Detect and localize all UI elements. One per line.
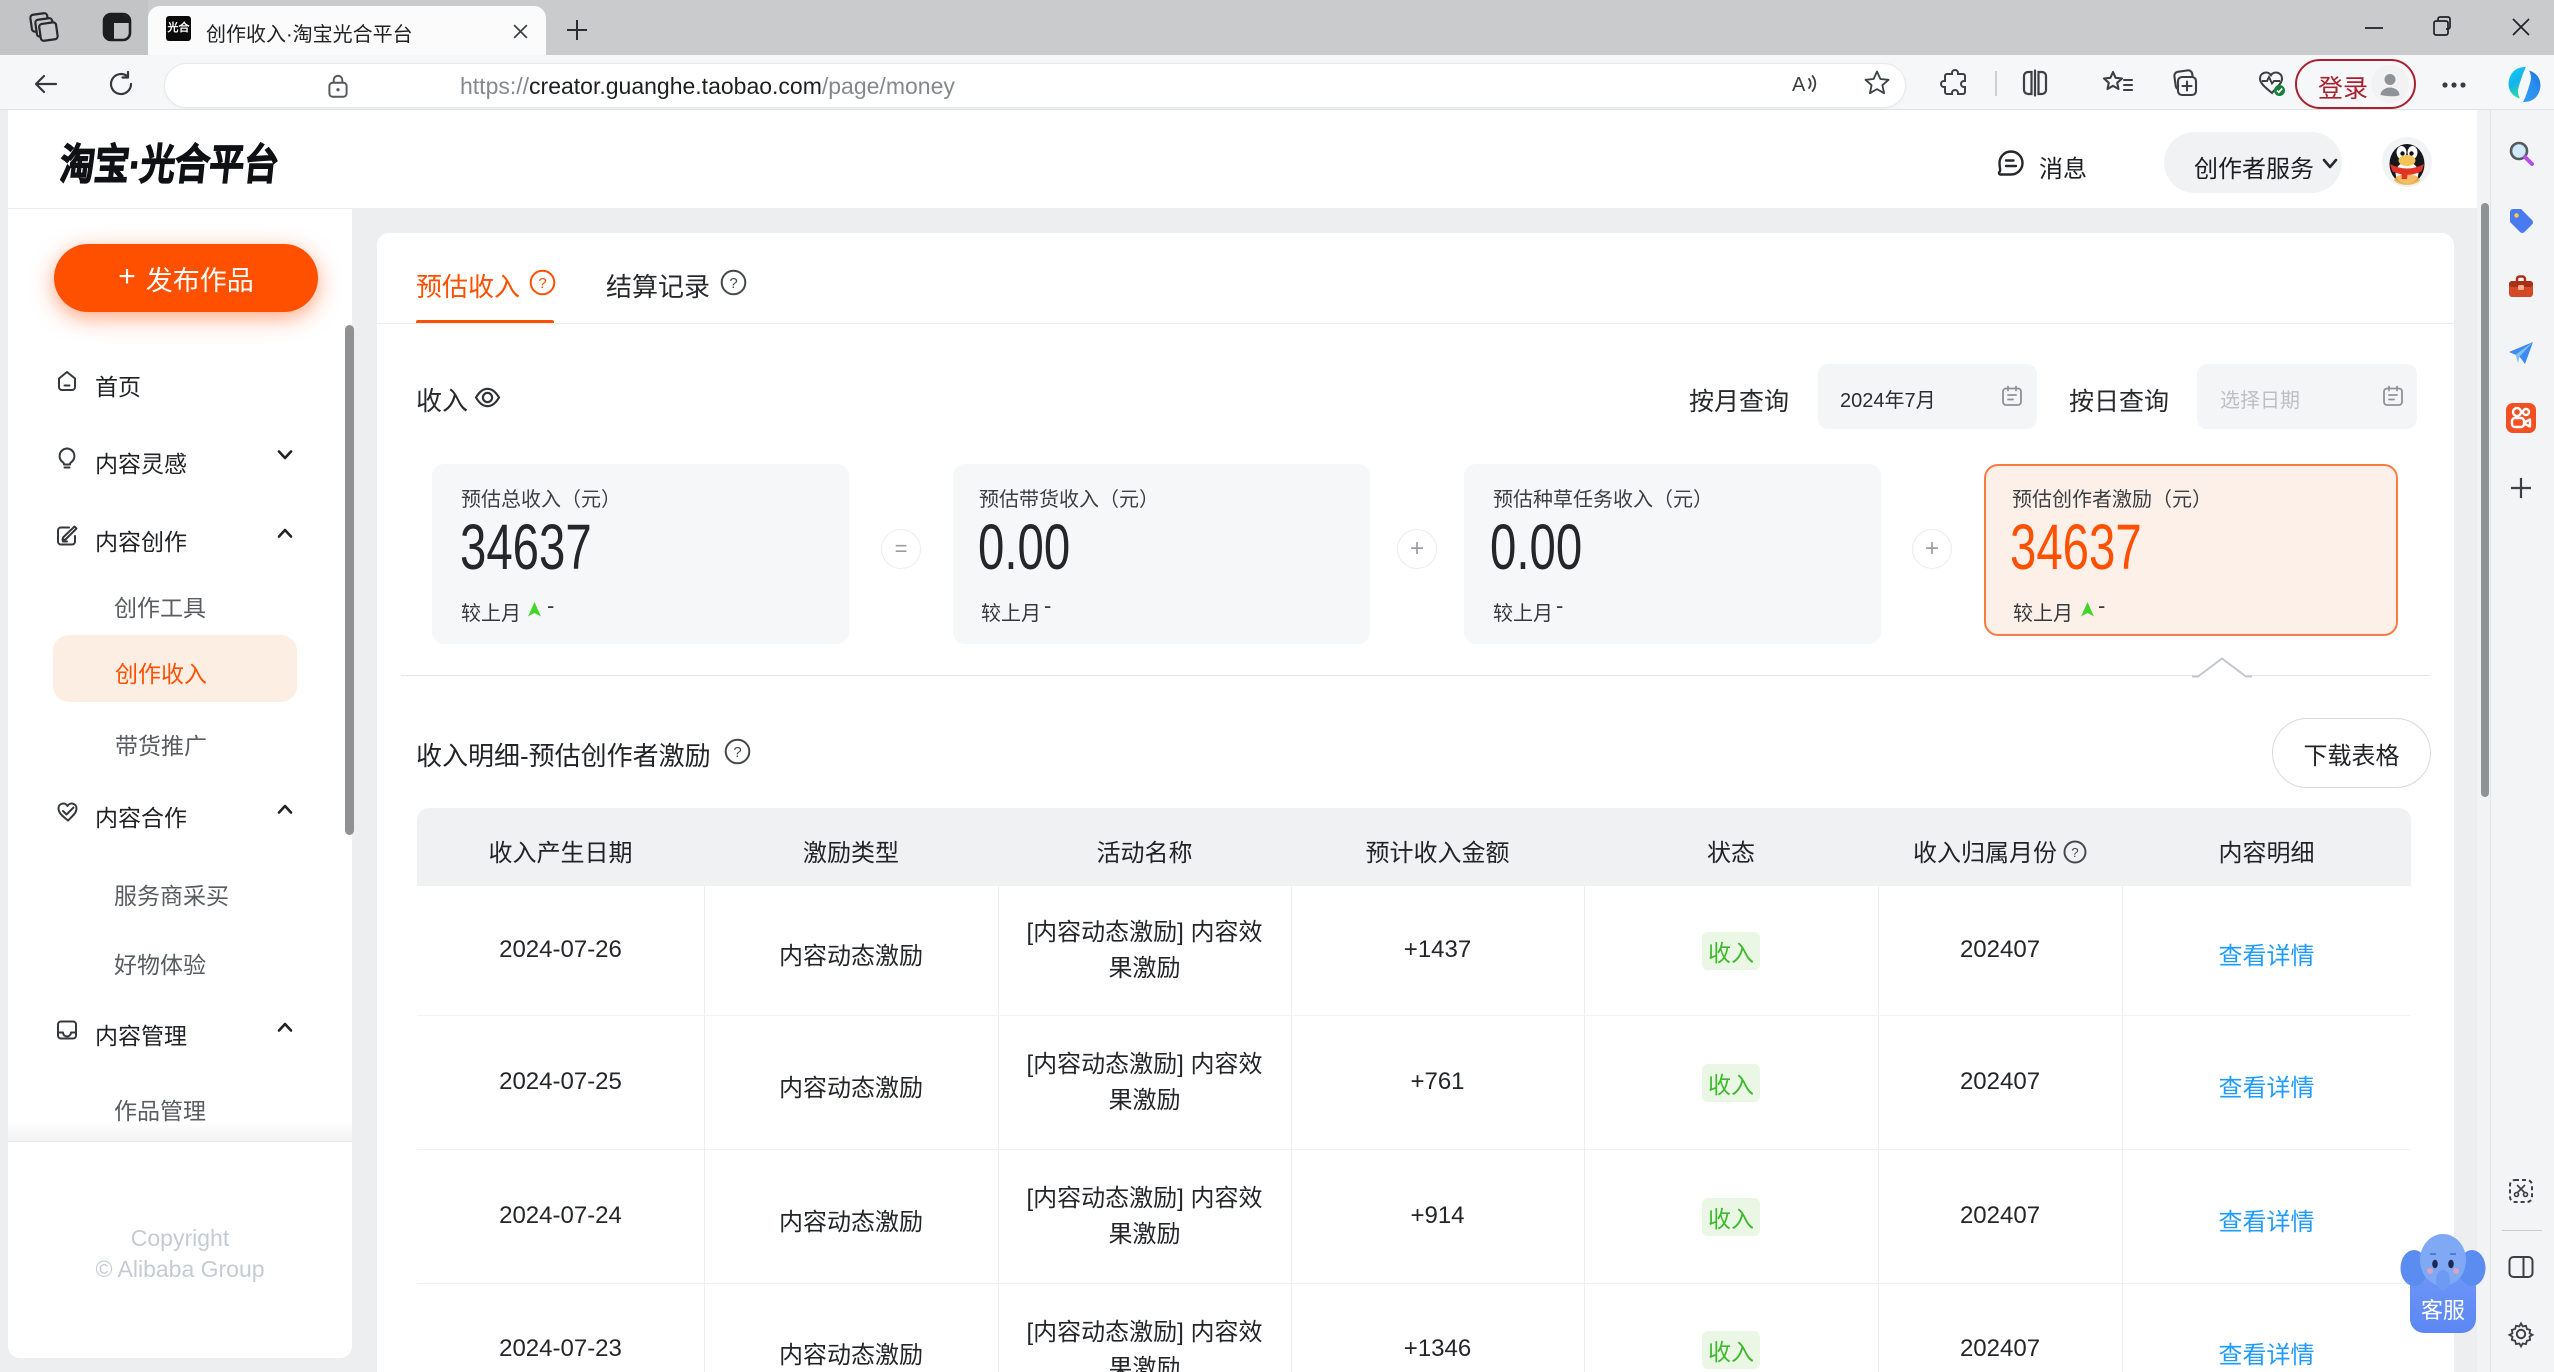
svg-text:?: ? <box>729 275 737 292</box>
svg-text:?: ? <box>538 275 546 292</box>
svg-text:A: A <box>1792 74 1806 96</box>
svg-text:?: ? <box>2071 845 2078 860</box>
svg-text:?: ? <box>733 744 741 761</box>
